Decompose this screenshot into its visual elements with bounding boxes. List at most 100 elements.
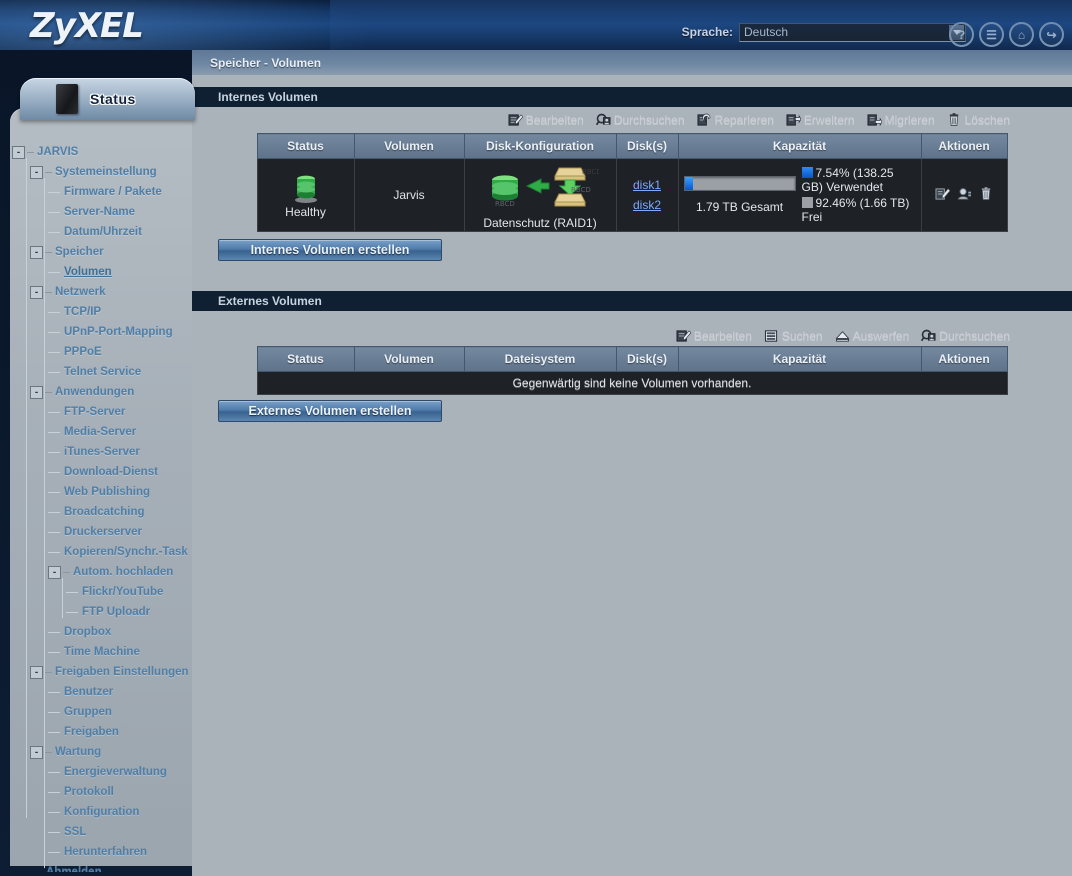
sidebar-item-label: Energieverwaltung [64,766,167,778]
sidebar-item-server-name[interactable]: Server-Name [10,202,200,222]
home-icon[interactable]: ⌂ [1009,22,1034,47]
tree-connector [45,251,52,253]
sidebar-status-tab[interactable]: Status [20,78,195,120]
sidebar-item-energieverwaltung[interactable]: Energieverwaltung [10,762,200,782]
row-trash-icon[interactable] [979,186,994,204]
internal-action-erweitern[interactable]: Erweitern [786,113,855,127]
sidebar-item-broadcatching[interactable]: Broadcatching [10,502,200,522]
sidebar-item-autom-hochladen[interactable]: - Autom. hochladen [10,562,200,582]
tree-connector [48,491,60,493]
sidebar-item-telnet-service[interactable]: Telnet Service [10,362,200,382]
sidebar-item-herunterfahren[interactable]: Herunterfahren [10,842,200,862]
language-label: Sprache: [681,25,733,39]
internal-action-migrieren[interactable]: Migrieren [867,113,935,127]
external-action-bearbeiten[interactable]: Bearbeiten [676,329,752,343]
sidebar-item-volumen[interactable]: Volumen [10,262,200,282]
logout-icon[interactable]: ↪ [1039,22,1064,47]
disk-link-2[interactable]: disk2 [618,198,677,212]
tree-collapse-icon[interactable]: - [48,565,61,579]
tree-connector [48,431,60,433]
chevron-down-icon[interactable] [949,24,964,40]
tree-connector [48,211,60,213]
tree-collapse-icon[interactable]: - [30,245,43,259]
language-dropdown[interactable]: Deutsch [739,22,966,42]
tree-collapse-icon[interactable]: - [30,285,43,299]
tree-collapse-icon[interactable]: - [30,165,43,179]
sidebar-item-web-publishing[interactable]: Web Publishing [10,482,200,502]
table-header-row: Status Volumen Dateisystem Disk(s) Kapaz… [256,346,1008,372]
sidebar-nav-tree: - JARVIS - Systemeinstellung Firmware / Pake… [10,142,200,872]
sidebar-item-media-server[interactable]: Media-Server [10,422,200,442]
internal-action-label: Migrieren [884,113,935,127]
create-external-volume-button[interactable]: Externes Volumen erstellen [218,400,442,422]
external-action-suchen[interactable]: Suchen [764,329,823,343]
tree-collapse-icon[interactable]: - [30,665,43,679]
tree-connector [66,611,78,613]
sidebar-item-dropbox[interactable]: Dropbox [10,622,200,642]
sidebar-item-firmware-pakete[interactable]: Firmware / Pakete [10,182,200,202]
internal-panel: Bearbeiten Durchsuchen Reparieren Erweit… [192,107,1072,294]
sidebar-item-tcp-ip[interactable]: TCP/IP [10,302,200,322]
sidebar-item-netzwerk[interactable]: - Netzwerk [10,282,200,302]
sidebar-item-abmelden[interactable]: Abmelden [10,862,200,872]
sidebar-item-label: FTP-Server [64,406,126,418]
raid-label: Datenschutz (RAID1) [483,216,597,230]
row-edit-icon[interactable] [935,187,950,204]
sidebar-item-konfiguration[interactable]: Konfiguration [10,802,200,822]
sidebar-item-jarvis[interactable]: - JARVIS [10,142,200,162]
sidebar-item-upnp-port-mapping[interactable]: UPnP-Port-Mapping [10,322,200,342]
cell-capacity: 1.79 TB Gesamt 7.54% (138.25 GB) Verwend… [677,158,922,232]
sidebar-item-ftp-server[interactable]: FTP-Server [10,402,200,422]
external-action-durchsuchen[interactable]: Durchsuchen [921,329,1010,343]
disk-link-1[interactable]: disk1 [618,178,677,192]
sidebar-item-benutzer[interactable]: Benutzer [10,682,200,702]
tree-collapse-icon[interactable]: - [30,385,43,399]
sidebar-item-flickr-youtube[interactable]: Flickr/YouTube [10,582,200,602]
sidebar-item-druckerserver[interactable]: Druckerserver [10,522,200,542]
migrate-icon [867,114,882,127]
sidebar-item-datum-uhrzeit[interactable]: Datum/Uhrzeit [10,222,200,242]
sidebar-item-time-machine[interactable]: Time Machine [10,642,200,662]
sidebar-item-systemeinstellung[interactable]: - Systemeinstellung [10,162,200,182]
language-selector[interactable]: Sprache: Deutsch [682,22,966,42]
trash-icon [949,113,958,126]
sidebar-item-pppoe[interactable]: PPPoE [10,342,200,362]
sidebar-item-anwendungen[interactable]: - Anwendungen [10,382,200,402]
sidebar-item-ssl[interactable]: SSL [10,822,200,842]
tree-connector [48,771,60,773]
column-header-disks: Disk(s) [615,346,679,372]
sidebar-item-label: Druckerserver [64,526,143,538]
sidebar-item-label: Protokoll [64,786,114,798]
external-section-title: Externes Volumen [218,294,322,308]
status-text: Healthy [285,204,326,219]
header-icon-group: ? ☰ ⌂ ↪ [949,22,1064,47]
internal-action-bearbeiten[interactable]: Bearbeiten [508,113,584,127]
sidebar-item-kopieren-synchr-task[interactable]: Kopieren/Synchr.-Task [10,542,200,562]
tree-collapse-icon[interactable]: - [30,745,43,759]
internal-action-label: Reparieren [714,113,774,127]
internal-action-reparieren[interactable]: Reparieren [697,113,774,127]
internal-action-durchsuchen[interactable]: Durchsuchen [595,113,685,127]
sidebar-item-label: Volumen [64,266,112,278]
log-icon[interactable]: ☰ [979,22,1004,47]
sidebar-item-protokoll[interactable]: Protokoll [10,782,200,802]
tree-connector [48,791,60,793]
browse-icon [921,329,936,342]
create-internal-volume-button[interactable]: Internes Volumen erstellen [218,239,442,261]
sidebar-item-ftp-uploadr[interactable]: FTP Uploadr [10,602,200,622]
tree-collapse-icon[interactable]: - [12,145,25,159]
row-manage-icon[interactable] [957,187,972,204]
sidebar-item-itunes-server[interactable]: iTunes-Server [10,442,200,462]
tree-connector [48,371,60,373]
sidebar-item-freigaben-einstellungen[interactable]: - Freigaben Einstellungen [10,662,200,682]
internal-action-loeschen[interactable]: Löschen [947,113,1010,127]
tree-connector [44,178,45,686]
sidebar-item-download-dienst[interactable]: Download-Dienst [10,462,200,482]
sidebar-item-wartung[interactable]: - Wartung [10,742,200,762]
sidebar-item-gruppen[interactable]: Gruppen [10,702,200,722]
sidebar-item-speicher[interactable]: - Speicher [10,242,200,262]
help-icon[interactable]: ? [949,22,974,47]
legend-free: 92.46% (1.66 TB) Frei [801,196,916,224]
sidebar-item-freigaben[interactable]: Freigaben [10,722,200,742]
external-action-auswerfen[interactable]: Auswerfen [835,329,909,343]
